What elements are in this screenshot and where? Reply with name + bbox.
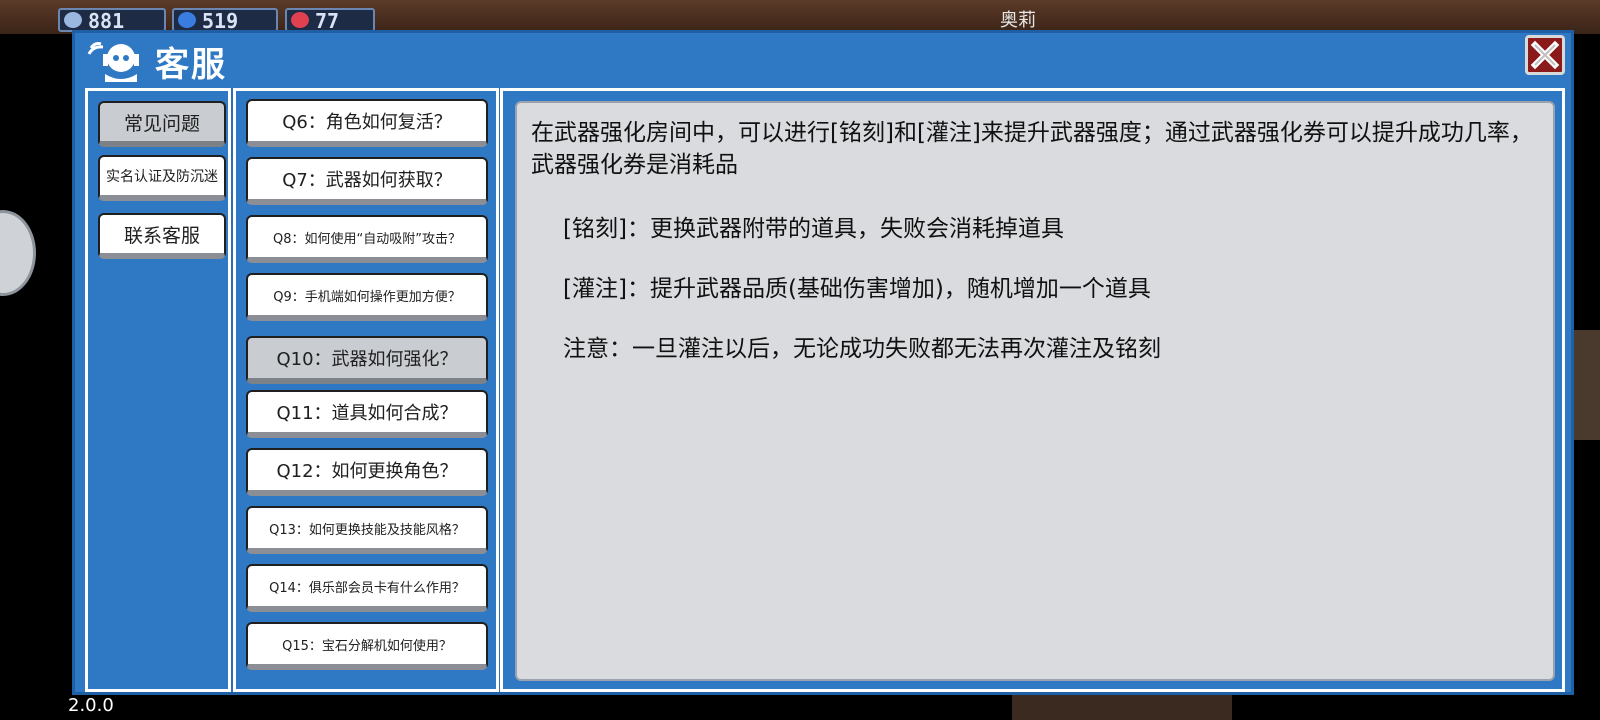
background-floor [1012, 692, 1232, 720]
currency-rubies: 77 [285, 8, 375, 32]
faq-q9-button[interactable]: Q9：手机端如何操作更加方便？ [246, 273, 488, 321]
gem-icon [64, 12, 82, 28]
close-x-icon [1530, 40, 1560, 70]
faq-q8-button[interactable]: Q8：如何使用“自动吸附”攻击？ [246, 215, 488, 263]
background-wall [1570, 330, 1600, 440]
npc-name: 奥莉 [1000, 10, 1036, 31]
energy-orb-icon [178, 12, 196, 28]
faq-q15-button[interactable]: Q15：宝石分解机如何使用？ [246, 622, 488, 670]
category-realname-button[interactable]: 实名认证及防沉迷 [98, 155, 226, 201]
currency-energy: 519 [172, 8, 278, 32]
faq-q14-button[interactable]: Q14：俱乐部会员卡有什么作用？ [246, 564, 488, 612]
close-button[interactable] [1525, 35, 1565, 75]
answer-paragraph: 在武器强化房间中，可以进行[铭刻]和[灌注]来提升武器强度；通过武器强化券可以提… [531, 120, 1533, 178]
answer-column: 在武器强化房间中，可以进行[铭刻]和[灌注]来提升武器强度；通过武器强化券可以提… [500, 88, 1565, 692]
category-contact-button[interactable]: 联系客服 [98, 213, 226, 259]
answer-infuse-line: [灌注]：提升武器品质(基础伤害增加)，随机增加一个道具 [563, 276, 1151, 302]
faq-q11-button[interactable]: Q11：道具如何合成？ [246, 390, 488, 438]
category-faq-button[interactable]: 常见问题 [98, 101, 226, 147]
faq-q13-button[interactable]: Q13：如何更换技能及技能风格？ [246, 506, 488, 554]
answer-notice-line: 注意：一旦灌注以后，无论成功失败都无法再次灌注及铭刻 [563, 336, 1161, 362]
faq-q12-button[interactable]: Q12：如何更换角色？ [246, 448, 488, 496]
dialog-title: 客服 [155, 45, 227, 85]
side-joystick-edge [0, 210, 36, 296]
dialog-content: 常见问题 实名认证及防沉迷 联系客服 Q6：角色如何复活？ Q7：武器如何获取？… [85, 88, 1565, 692]
background-hud: 881 519 77 奥莉 [0, 0, 1600, 34]
headset-support-icon [85, 38, 147, 82]
customer-service-dialog: 客服 常见问题 实名认证及防沉迷 联系客服 Q6：角色如何复活？ Q7：武器如何… [72, 30, 1574, 695]
category-column: 常见问题 实名认证及防沉迷 联系客服 [85, 88, 231, 692]
version-label: 2.0.0 [68, 695, 114, 716]
faq-q6-button[interactable]: Q6：角色如何复活？ [246, 99, 488, 147]
faq-list: Q6：角色如何复活？ Q7：武器如何获取？ Q8：如何使用“自动吸附”攻击？ Q… [233, 88, 499, 692]
currency-gems: 881 [58, 8, 166, 32]
ruby-icon [291, 12, 309, 28]
dialog-title-bar: 客服 [75, 33, 1571, 85]
faq-q10-button[interactable]: Q10：武器如何强化？ [246, 336, 488, 384]
answer-panel: 在武器强化房间中，可以进行[铭刻]和[灌注]来提升武器强度；通过武器强化券可以提… [515, 101, 1555, 681]
faq-q7-button[interactable]: Q7：武器如何获取？ [246, 157, 488, 205]
answer-engrave-line: [铭刻]：更换武器附带的道具，失败会消耗掉道具 [563, 216, 1064, 242]
